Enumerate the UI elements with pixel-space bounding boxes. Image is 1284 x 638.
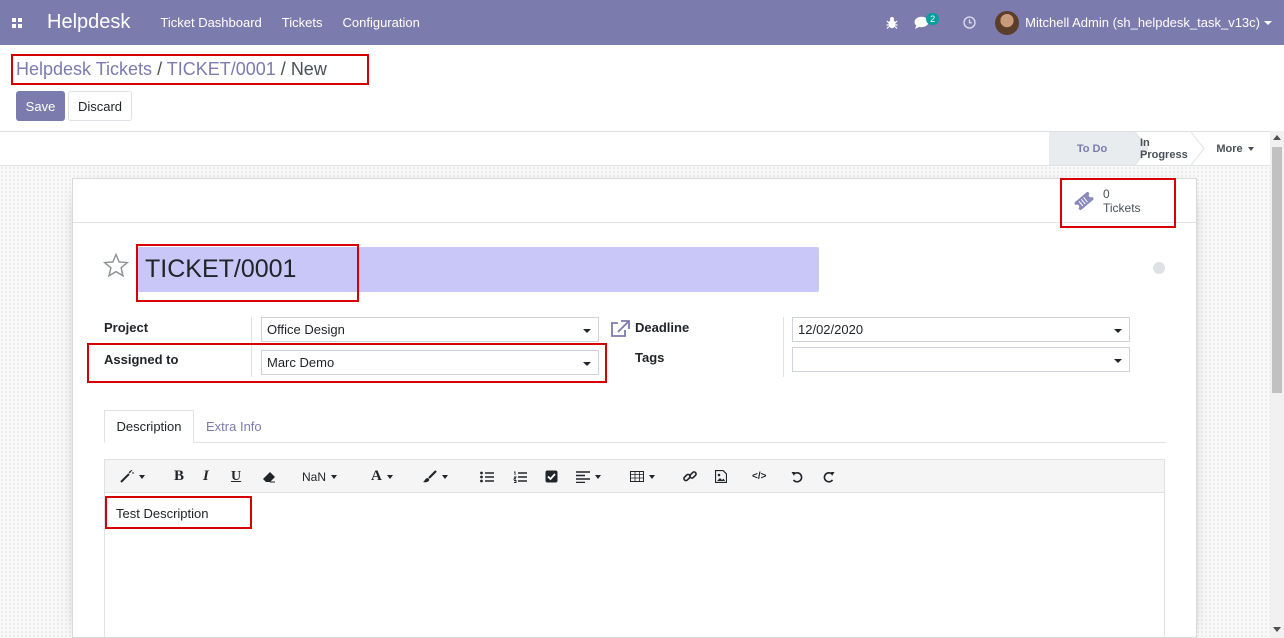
tags-select[interactable] [792,347,1130,372]
assigned-to-value: Marc Demo [267,355,335,370]
smart-button-box: 0 Tickets [73,179,1196,223]
italic-icon[interactable]: I [203,460,209,493]
chevron-down-icon [583,329,591,333]
priority-star-icon[interactable] [103,253,129,278]
external-link-icon[interactable] [610,320,630,338]
eraser-icon[interactable] [262,460,276,493]
scroll-thumb[interactable] [1272,147,1282,393]
undo-icon[interactable] [791,460,803,493]
breadcrumb-separator: / [275,59,291,79]
stage-todo[interactable]: To Do [1049,132,1135,165]
user-avatar[interactable] [995,10,1020,35]
font-size-label: NaN [302,469,327,484]
brush-icon[interactable] [423,460,448,493]
chevron-down-icon [1114,359,1122,363]
assigned-to-select[interactable]: Marc Demo [261,350,599,375]
redo-icon[interactable] [823,460,835,493]
magic-wand-icon [120,470,134,483]
assigned-to-label: Assigned to [104,352,179,367]
menu-ticket-dashboard[interactable]: Ticket Dashboard [160,15,261,30]
kanban-state-indicator[interactable] [1153,262,1165,274]
description-content[interactable]: Test Description [116,506,208,521]
chevron-down-icon [583,362,591,366]
ticket-title-input[interactable]: TICKET/0001 [138,247,819,292]
ticket-icon [1074,191,1094,211]
tab-extra-info[interactable]: Extra Info [206,410,262,443]
breadcrumb-ticket[interactable]: TICKET/0001 [167,59,276,79]
tags-label: Tags [635,350,665,365]
breadcrumb-helpdesk-tickets[interactable]: Helpdesk Tickets [16,59,152,79]
status-bar: To Do In Progress More [0,131,1284,166]
tickets-count: 0 [1103,187,1110,201]
deadline-value: 12/02/2020 [798,322,864,337]
code-view-icon[interactable]: </> [752,460,766,493]
chevron-down-icon [1247,146,1254,151]
underline-icon[interactable]: U [231,460,241,493]
font-size-dropdown[interactable]: NaN [302,460,338,493]
bold-icon[interactable]: B [174,460,184,493]
unordered-list-icon[interactable] [480,460,494,493]
top-navbar: Helpdesk Ticket Dashboard Tickets Config… [0,0,1284,45]
messages-icon[interactable]: 2 [914,12,940,33]
user-menu-name[interactable]: Mitchell Admin (sh_helpdesk_task_v13c) [1025,15,1260,30]
messages-badge: 2 [926,12,940,25]
project-value: Office Design [267,322,345,337]
scroll-up-icon[interactable] [1273,135,1281,140]
chevron-down-icon [1114,329,1122,333]
link-icon[interactable] [683,460,697,493]
tab-description[interactable]: Description [104,410,194,443]
deadline-label: Deadline [635,320,690,335]
font-color-icon[interactable]: A [371,460,393,493]
editor-toolbar: B I U NaN A </> [105,460,1164,493]
breadcrumb-current: New [290,59,327,79]
project-label: Project [104,320,149,335]
breadcrumb-separator: / [152,59,167,79]
stage-more-label: More [1216,142,1243,155]
table-icon[interactable] [630,460,655,493]
user-menu-caret-icon[interactable] [1264,20,1272,25]
tickets-smart-button[interactable]: 0 Tickets [1063,179,1176,223]
activity-clock-icon[interactable] [959,13,979,33]
grid-icon [12,17,22,28]
field-separator [783,317,784,377]
description-editor: B I U NaN A </> Test Description [104,459,1165,638]
style-dropdown[interactable] [120,460,145,493]
stage-in-progress[interactable]: In Progress [1140,132,1198,165]
ordered-list-icon[interactable] [513,460,527,493]
save-button[interactable]: Save [16,91,65,121]
bug-icon[interactable] [882,13,902,33]
project-select[interactable]: Office Design [261,317,599,342]
discard-button[interactable]: Discard [68,91,132,121]
deadline-field[interactable]: 12/02/2020 [792,317,1130,342]
notebook-tabs: Description Extra Info [104,410,1166,443]
tickets-label: Tickets [1103,201,1141,215]
app-brand[interactable]: Helpdesk [47,11,130,34]
field-separator [251,317,252,377]
breadcrumb: Helpdesk Tickets / TICKET/0001 / New [16,59,327,80]
image-icon[interactable] [715,460,727,493]
page-scrollbar[interactable] [1270,131,1284,638]
menu-tickets[interactable]: Tickets [282,15,323,30]
checklist-icon[interactable] [545,460,558,493]
scroll-down-icon[interactable] [1273,627,1281,632]
menu-configuration[interactable]: Configuration [343,15,420,30]
apps-menu-button[interactable] [0,0,34,45]
stage-arrow-icon [1191,132,1205,165]
stage-more-dropdown[interactable]: More [1205,132,1265,165]
align-icon[interactable] [576,460,601,493]
